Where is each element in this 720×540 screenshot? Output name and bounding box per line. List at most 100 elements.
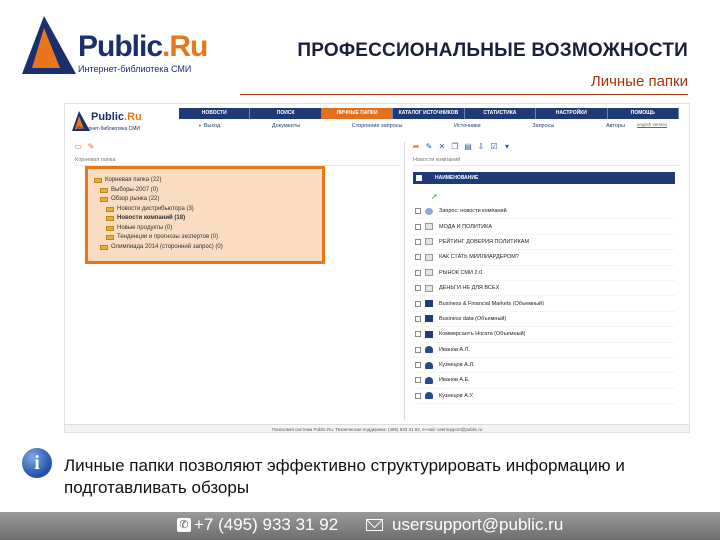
- subnav-queries[interactable]: Запросы: [532, 123, 554, 133]
- logo-triangle-icon: [22, 16, 76, 74]
- tree-node[interactable]: Обзор рынка (22): [94, 195, 316, 205]
- folder-icon: [100, 197, 108, 203]
- app-logo-wordmark: Public.Ru: [91, 111, 142, 123]
- tree-node[interactable]: Новые продукты (0): [94, 224, 316, 234]
- row-checkbox[interactable]: [415, 208, 421, 215]
- folder-icon: [100, 187, 108, 193]
- table-row[interactable]: Коммерсантъ Ногата (Объемный): [413, 327, 675, 343]
- delete-icon[interactable]: ✕: [437, 142, 447, 152]
- tree-node[interactable]: Новости компаний (18): [94, 214, 316, 224]
- table-row[interactable]: МОДА И ПОЛИТИКА: [413, 219, 675, 235]
- row-checkbox[interactable]: [415, 315, 421, 322]
- app-screenshot: Public.Ru Интернет-библиотека СМИ НОВОСТ…: [64, 103, 690, 433]
- tree-node[interactable]: Корневая папка (22): [94, 176, 316, 186]
- move-icon[interactable]: ➦: [411, 142, 421, 152]
- column-title: НАИМЕНОВАНИЕ: [435, 175, 479, 181]
- folder-icon: [106, 235, 114, 241]
- tree-node[interactable]: Новости дистрибьютора (3): [94, 205, 316, 215]
- nav-sources-catalog[interactable]: КАТАЛОГ ИСТОЧНИКОВ: [393, 108, 465, 119]
- print-icon[interactable]: ▤: [463, 142, 473, 152]
- source-icon: [425, 300, 433, 308]
- go-up-arrow-icon[interactable]: ➚: [431, 192, 438, 201]
- author-icon: [425, 392, 433, 400]
- row-checkbox[interactable]: [415, 300, 421, 307]
- row-checkbox[interactable]: [415, 223, 421, 230]
- row-checkbox[interactable]: [415, 254, 421, 261]
- tree-node[interactable]: Олимпиада 2014 (сторонний запрос) (0): [94, 243, 316, 253]
- app-logo: Public.Ru Интернет-библиотека СМИ: [71, 110, 167, 134]
- row-checkbox[interactable]: [415, 331, 421, 338]
- copy-icon[interactable]: ❐: [450, 142, 460, 152]
- folder-icon: [106, 206, 114, 212]
- nav-settings[interactable]: НАСТРОЙКИ: [536, 108, 608, 119]
- sub-nav: ▸ Выход Документы Сторонние запросы Источ…: [199, 123, 625, 133]
- subnav-authors[interactable]: Авторы: [606, 123, 625, 133]
- logo-wordmark: Public.Ru: [78, 30, 208, 63]
- nav-search[interactable]: ПОИСК: [250, 108, 322, 119]
- document-icon: [425, 223, 433, 231]
- table-row[interactable]: КАК СТАТЬ МИЛЛИАРДЕРОМ?: [413, 250, 675, 266]
- publicru-logo: Public.Ru Интернет-библиотека СМИ: [20, 14, 208, 76]
- dropdown-icon[interactable]: ▾: [502, 142, 512, 152]
- row-checkbox[interactable]: [415, 346, 421, 353]
- nav-news[interactable]: НОВОСТИ: [179, 108, 251, 119]
- tree-node[interactable]: Тенденции и прогнозы экспертов (0): [94, 233, 316, 243]
- table-row[interactable]: Иванов А.Л.: [413, 343, 675, 358]
- app-logo-tagline: Интернет-библиотека СМИ: [77, 126, 140, 132]
- contents-panel-title: Новости компаний: [413, 157, 681, 166]
- subnav-documents[interactable]: Документы: [272, 123, 300, 133]
- edit-icon[interactable]: ✎: [424, 142, 434, 152]
- contact-email[interactable]: usersupport@public.ru: [392, 515, 563, 535]
- main-nav: НОВОСТИ ПОИСК ЛИЧНЫЕ ПАПКИ КАТАЛОГ ИСТОЧ…: [179, 108, 679, 119]
- new-folder-icon[interactable]: ▭: [73, 142, 83, 152]
- nav-personal-folders[interactable]: ЛИЧНЫЕ ПАПКИ: [321, 108, 394, 119]
- edit-folder-icon[interactable]: ✎: [86, 142, 96, 152]
- slide-title: ПРОФЕССИОНАЛЬНЫЕ ВОЗМОЖНОСТИ: [297, 40, 688, 61]
- nav-statistics[interactable]: СТАТИСТИКА: [465, 108, 537, 119]
- info-text: Личные папки позволяют эффективно структ…: [64, 456, 625, 497]
- info-icon: i: [22, 448, 52, 478]
- english-version-link[interactable]: english version: [637, 122, 667, 127]
- folder-icon: [100, 244, 108, 250]
- table-row[interactable]: ДЕНЬГИ НЕ ДЛЯ ВСЕХ: [413, 281, 675, 297]
- author-icon: [425, 346, 433, 354]
- contents-list: Запрос: новости компаний МОДА И ПОЛИТИКА…: [413, 204, 675, 405]
- title-divider: [240, 94, 688, 95]
- query-icon: [425, 207, 433, 215]
- subnav-sources[interactable]: Источники: [454, 123, 481, 133]
- row-checkbox[interactable]: [415, 269, 421, 276]
- row-checkbox[interactable]: [415, 377, 421, 384]
- tree-node[interactable]: Выборы-2007 (0): [94, 186, 316, 196]
- logo-tagline: Интернет-библиотека СМИ: [78, 64, 192, 74]
- document-icon: [425, 253, 433, 261]
- row-checkbox[interactable]: [415, 285, 421, 292]
- row-checkbox[interactable]: [415, 362, 421, 369]
- arrow-right-icon: ▸: [199, 123, 202, 129]
- table-row[interactable]: РЕЙТИНГ ДОВЕРИЯ ПОЛИТИКАМ: [413, 235, 675, 251]
- subnav-exit[interactable]: ▸ Выход: [199, 123, 220, 133]
- table-row[interactable]: Business & Financial Markets (Объемный): [413, 296, 675, 312]
- envelope-icon: [366, 519, 383, 531]
- table-row[interactable]: Business data (Объемный): [413, 312, 675, 328]
- nav-help[interactable]: ПОМОЩЬ: [608, 108, 679, 119]
- row-checkbox[interactable]: [415, 238, 421, 245]
- folders-toolbar: ▭ ✎: [73, 142, 96, 152]
- author-icon: [425, 361, 433, 369]
- document-icon: [425, 269, 433, 277]
- folder-contents-panel: ➦ ✎ ✕ ❐ ▤ ⇩ ☑ ▾ Новости компаний НАИМЕНО…: [409, 142, 685, 420]
- table-row[interactable]: Кузнецов А.У.: [413, 389, 675, 405]
- folder-icon: [94, 178, 102, 184]
- select-all-checkbox[interactable]: [416, 175, 422, 181]
- phone-icon: ✆: [177, 518, 191, 532]
- subnav-third-party-queries[interactable]: Сторонние запросы: [352, 123, 403, 133]
- table-row[interactable]: Кузнецов А.Л.: [413, 358, 675, 374]
- app-footer: Поисковая система Public.Ru. Техническая…: [65, 424, 689, 432]
- table-row[interactable]: Иванов А.Е.: [413, 373, 675, 389]
- folders-panel-title: Корневая папка: [75, 157, 400, 166]
- select-all-icon[interactable]: ☑: [489, 142, 499, 152]
- table-row[interactable]: Запрос: новости компаний: [413, 204, 675, 220]
- table-row[interactable]: РЫНОК СМИ 2.0: [413, 266, 675, 281]
- row-checkbox[interactable]: [415, 392, 421, 399]
- export-icon[interactable]: ⇩: [476, 142, 486, 152]
- contents-toolbar: ➦ ✎ ✕ ❐ ▤ ⇩ ☑ ▾: [411, 142, 512, 152]
